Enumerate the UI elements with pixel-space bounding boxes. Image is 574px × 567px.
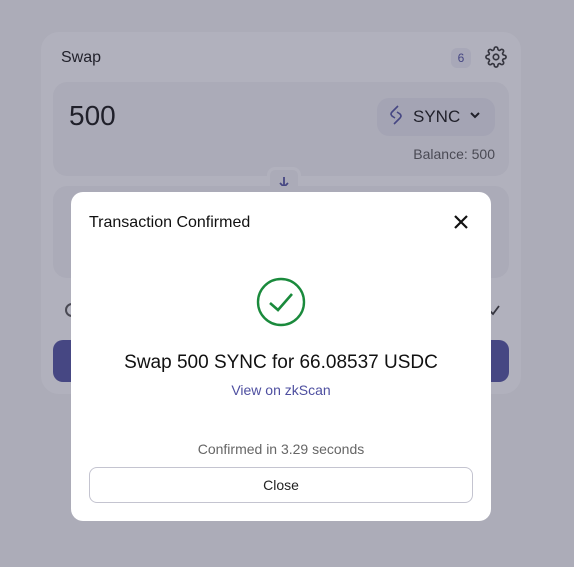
view-on-zkscan-link[interactable]: View on zkScan: [71, 382, 491, 398]
close-button[interactable]: Close: [89, 467, 473, 503]
success-check-icon: [256, 277, 306, 327]
modal-title: Transaction Confirmed: [89, 214, 251, 231]
swap-summary: Swap 500 SYNC for 66.08537 USDC: [124, 352, 438, 373]
confirmation-time: Confirmed in 3.29 seconds: [197, 441, 365, 457]
close-icon[interactable]: [451, 212, 471, 232]
confirmation-modal: Transaction Confirmed Swap 500 SYNC for …: [71, 192, 491, 521]
